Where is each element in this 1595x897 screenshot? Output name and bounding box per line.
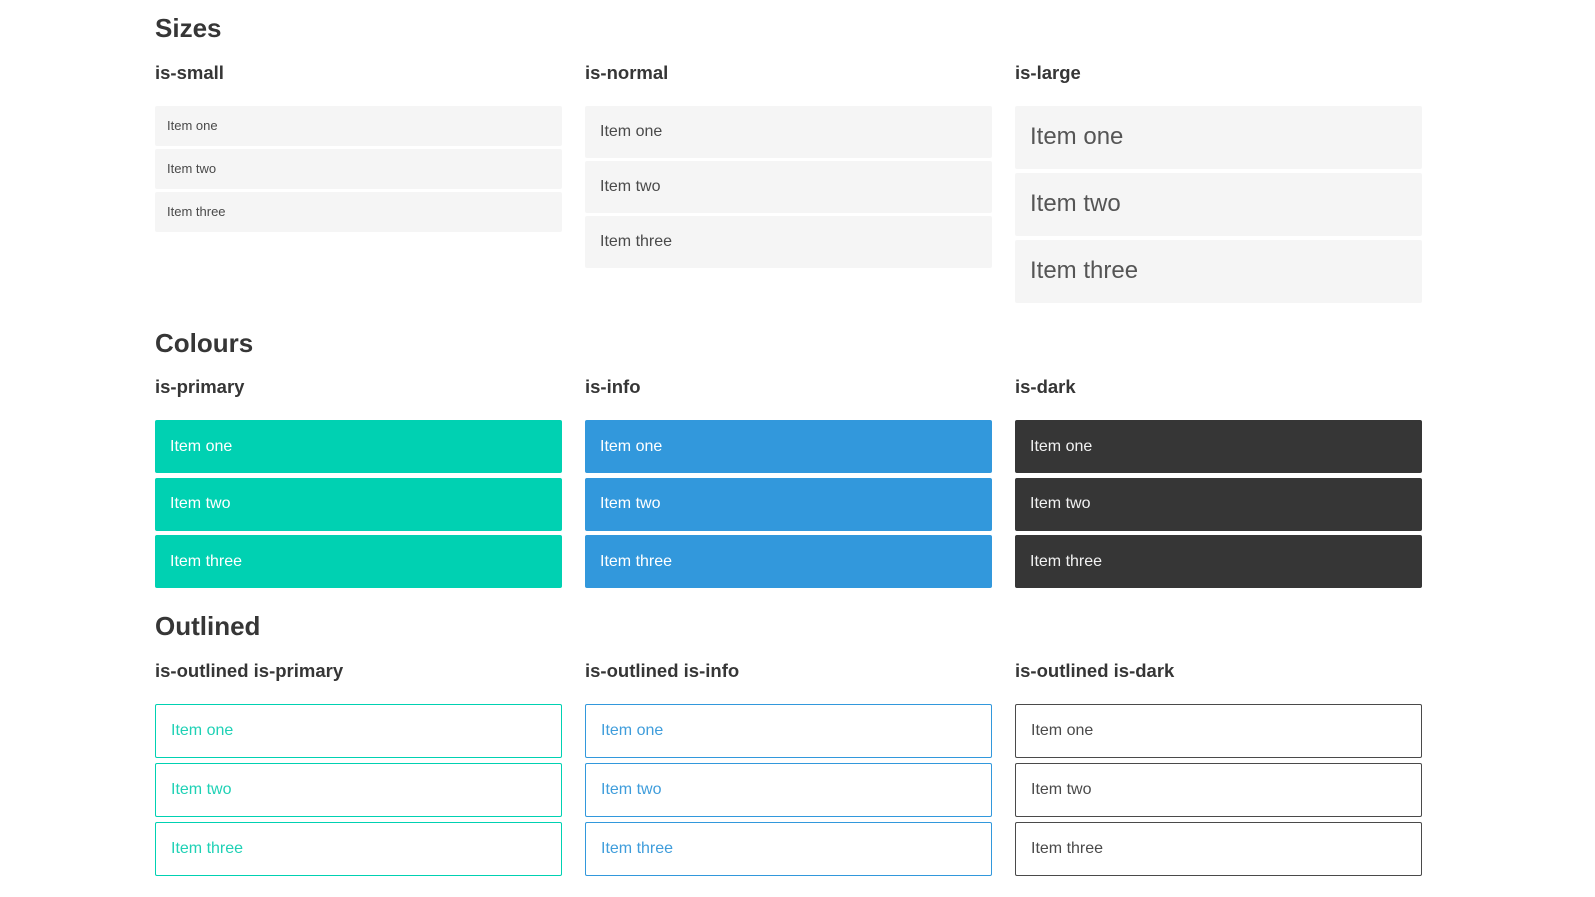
menu-item[interactable]: Item two [585, 477, 992, 531]
menu-item[interactable]: Item two [155, 762, 562, 817]
menu-list-is-dark: Item one Item two Item three [1015, 420, 1422, 588]
column-is-large: is-large Item one Item two Item three [1015, 61, 1422, 303]
colours-columns: is-primary Item one Item two Item three … [155, 375, 1422, 588]
column-is-outlined-is-primary: is-outlined is-primary Item one Item two… [155, 659, 562, 876]
menu-item[interactable]: Item three [1015, 821, 1422, 876]
menu-item[interactable]: Item two [1015, 172, 1422, 236]
variant-label-is-outlined-is-info: is-outlined is-info [585, 659, 740, 681]
menu-item[interactable]: Item three [585, 535, 992, 588]
menu-item[interactable]: Item one [155, 420, 562, 473]
menu-list-is-outlined-is-dark: Item one Item two Item three [1015, 703, 1422, 876]
menu-item[interactable]: Item three [155, 821, 562, 876]
column-is-normal: is-normal Item one Item two Item three [585, 61, 992, 303]
outlined-heading: Outlined [155, 611, 261, 641]
column-is-small: is-small Item one Item two Item three [155, 61, 562, 303]
column-is-dark: is-dark Item one Item two Item three [1015, 375, 1422, 588]
variant-label-is-info: is-info [585, 376, 641, 397]
menu-item[interactable]: Item one [1015, 105, 1422, 169]
menu-item[interactable]: Item one [1015, 420, 1422, 473]
menu-item[interactable]: Item three [1015, 535, 1422, 588]
menu-item[interactable]: Item two [1015, 762, 1422, 817]
menu-list-is-primary: Item one Item two Item three [155, 420, 562, 588]
variant-label-is-outlined-is-primary: is-outlined is-primary [155, 659, 344, 681]
menu-item[interactable]: Item two [585, 762, 992, 817]
menu-item[interactable]: Item three [585, 215, 992, 268]
menu-list-is-info: Item one Item two Item three [585, 420, 992, 588]
variant-label-is-normal: is-normal [585, 61, 669, 83]
menu-item[interactable]: Item one [155, 703, 562, 758]
menu-item[interactable]: Item one [1015, 703, 1422, 758]
section-sizes: Sizes is-small Item one Item two Item th… [155, 12, 1422, 303]
menu-item[interactable]: Item three [155, 535, 562, 588]
variant-label-is-primary: is-primary [155, 376, 245, 397]
column-is-outlined-is-info: is-outlined is-info Item one Item two It… [585, 659, 992, 876]
sizes-heading: Sizes [155, 13, 222, 43]
sizes-columns: is-small Item one Item two Item three is… [155, 61, 1422, 303]
menu-item[interactable]: Item two [155, 148, 562, 189]
menu-list-is-outlined-is-primary: Item one Item two Item three [155, 703, 562, 876]
menu-item[interactable]: Item one [585, 420, 992, 473]
column-is-info: is-info Item one Item two Item three [585, 375, 992, 588]
variant-label-is-small: is-small [155, 61, 224, 83]
menu-item[interactable]: Item two [155, 477, 562, 531]
section-outlined: Outlined is-outlined is-primary Item one… [155, 610, 1422, 876]
outlined-columns: is-outlined is-primary Item one Item two… [155, 659, 1422, 876]
menu-item[interactable]: Item two [585, 160, 992, 213]
column-is-outlined-is-dark: is-outlined is-dark Item one Item two It… [1015, 659, 1422, 876]
menu-list-is-large: Item one Item two Item three [1015, 105, 1422, 303]
menu-item[interactable]: Item one [155, 105, 562, 146]
menu-component-demo-page: Sizes is-small Item one Item two Item th… [155, 0, 1422, 876]
variant-label-is-large: is-large [1015, 61, 1081, 83]
variant-label-is-outlined-is-dark: is-outlined is-dark [1015, 659, 1175, 681]
menu-list-is-outlined-is-info: Item one Item two Item three [585, 703, 992, 876]
menu-item[interactable]: Item three [585, 821, 992, 876]
colours-heading: Colours [155, 327, 254, 358]
column-is-primary: is-primary Item one Item two Item three [155, 375, 562, 588]
section-colours: Colours is-primary Item one Item two Ite… [155, 327, 1422, 588]
menu-list-is-normal: Item one Item two Item three [585, 105, 992, 268]
menu-item[interactable]: Item three [1015, 239, 1422, 303]
menu-item[interactable]: Item three [155, 191, 562, 232]
menu-item[interactable]: Item two [1015, 477, 1422, 531]
variant-label-is-dark: is-dark [1015, 376, 1076, 397]
menu-list-is-small: Item one Item two Item three [155, 105, 562, 232]
menu-item[interactable]: Item one [585, 105, 992, 158]
menu-item[interactable]: Item one [585, 703, 992, 758]
